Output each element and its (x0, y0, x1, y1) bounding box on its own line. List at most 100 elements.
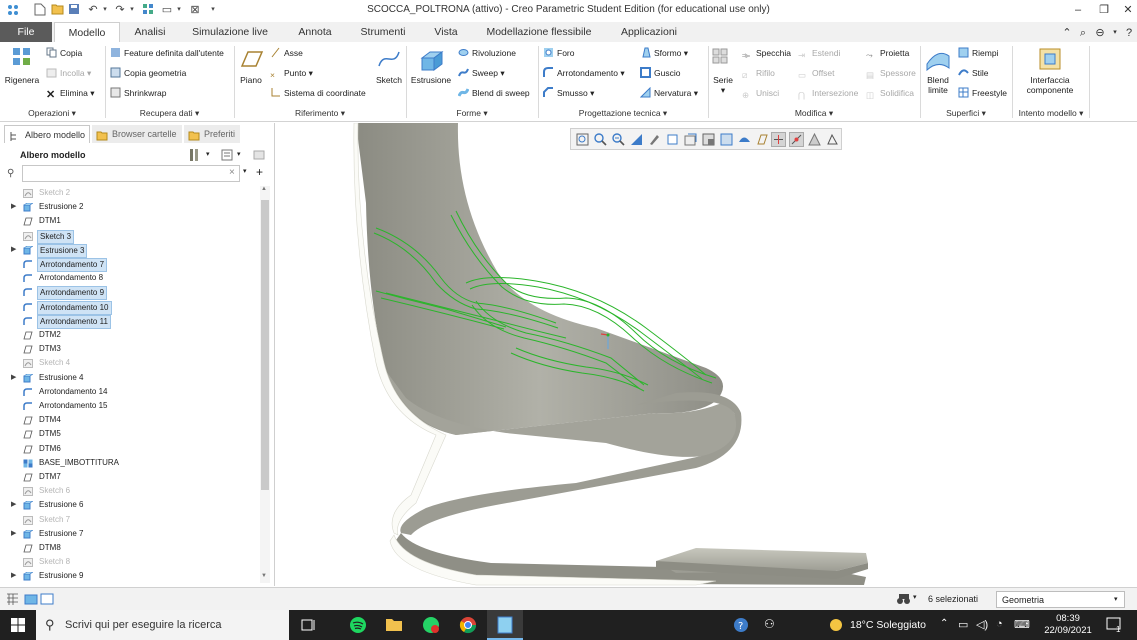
sformo-button[interactable]: Sformo ▾ (640, 46, 688, 60)
shrinkwrap-button[interactable]: Shrinkwrap (110, 86, 167, 100)
estendi-button[interactable]: ⇥ Estendi (798, 46, 840, 60)
selection-filter-select[interactable]: Geometria ▾ (996, 591, 1125, 608)
tree-item[interactable]: Sketch 2 (0, 186, 260, 200)
task-view-icon[interactable] (300, 618, 316, 632)
language-icon[interactable]: ⌨ (1014, 618, 1030, 631)
scroll-up-icon[interactable]: ▲ (261, 186, 267, 192)
group-intento-modello[interactable]: Intento modello ▾ (1013, 106, 1089, 120)
sweep-button[interactable]: Sweep ▾ (458, 66, 505, 80)
search-dropdown-icon[interactable]: ▾ (243, 167, 247, 175)
tree-item[interactable]: Sketch 8 (0, 555, 260, 569)
tree-item[interactable]: Sketch 4 (0, 356, 260, 370)
tree-item[interactable]: Arrotondamento 9 (0, 285, 260, 301)
tree-item[interactable]: ▶ Estrusione 2 (0, 200, 260, 214)
collapse-ribbon-icon[interactable]: ⌃ (1060, 26, 1074, 40)
intersezione-button[interactable]: ⋂ Intersezione (798, 86, 858, 100)
spessore-button[interactable]: ▤ Spessore (866, 66, 916, 80)
notifications-icon[interactable]: 1 (1106, 617, 1124, 634)
blend-sweep-button[interactable]: Blend di sweep (457, 86, 530, 100)
expand-arrow-icon[interactable]: ▶ (11, 569, 16, 583)
copia-button[interactable]: Copia (46, 46, 82, 60)
warning-display-icon[interactable] (807, 132, 822, 147)
freestyle-button[interactable]: Freestyle (958, 86, 1007, 100)
tree-item[interactable]: DTM6 (0, 442, 260, 456)
whatsapp-icon[interactable] (422, 616, 440, 634)
tree-scrollbar[interactable]: ▲ ▼ (260, 186, 270, 583)
arrotondamento-button[interactable]: Arrotondamento ▾ (543, 66, 625, 80)
grid-toggle-icon[interactable] (6, 593, 19, 606)
annotation-display-icon[interactable] (789, 132, 804, 147)
scroll-down-icon[interactable]: ▼ (261, 573, 267, 579)
view-manager-icon[interactable] (683, 132, 698, 147)
zoom-out-icon[interactable] (611, 132, 626, 147)
sistema-coordinate-button[interactable]: Sistema di coordinate (270, 86, 366, 100)
tab-preferiti[interactable]: Preferiti (184, 125, 240, 143)
refit-icon[interactable] (575, 132, 590, 147)
minimize-button[interactable]: – (1067, 2, 1089, 18)
find-dropdown-icon[interactable]: ▾ (913, 593, 917, 601)
tab-vista[interactable]: Vista (420, 22, 472, 42)
taskbar-search[interactable]: ⚲ Scrivi qui per eseguire la ricerca (36, 610, 289, 640)
proietta-button[interactable]: ⤳ Proietta (866, 46, 909, 60)
sketch-button[interactable]: Sketch (374, 46, 404, 85)
help-tray-icon[interactable]: ? (733, 617, 749, 633)
rivoluzione-button[interactable]: Rivoluzione (458, 46, 516, 60)
rigenera-button[interactable]: Rigenera (4, 46, 40, 85)
settings-dropdown-icon[interactable]: ▾ (206, 150, 210, 158)
guscio-button[interactable]: Guscio (640, 66, 680, 80)
group-forme[interactable]: Forme ▾ (407, 106, 537, 120)
expand-arrow-icon[interactable]: ▶ (11, 527, 16, 541)
unisci-button[interactable]: ⊕ Unisci (742, 86, 779, 100)
tree-item[interactable]: ▶ Estrusione 7 (0, 527, 260, 541)
weather-icon[interactable] (828, 617, 844, 633)
elimina-button[interactable]: ✕ Elimina ▾ (46, 86, 95, 101)
group-riferimento[interactable]: Riferimento ▾ (235, 106, 405, 120)
expand-arrow-icon[interactable]: ▶ (11, 243, 16, 257)
tree-item[interactable]: DTM1 (0, 214, 260, 228)
scroll-thumb[interactable] (261, 200, 269, 490)
clear-search-icon[interactable]: × (229, 167, 235, 178)
piano-button[interactable]: Piano (238, 46, 264, 85)
help-dropdown-icon[interactable]: ▾ (1108, 26, 1122, 40)
info-icon[interactable]: ? (1122, 26, 1136, 40)
serie-button[interactable]: Serie ▾ (710, 46, 736, 96)
tree-item[interactable]: BASE_IMBOTTITURA (0, 456, 260, 470)
skeleton-display-icon[interactable] (825, 132, 840, 147)
perspective-icon[interactable] (701, 132, 716, 147)
nervatura-button[interactable]: Nervatura ▾ (639, 86, 698, 100)
group-operazioni[interactable]: Operazioni ▾ (0, 106, 104, 120)
copia-geometria-button[interactable]: Copia geometria (110, 66, 186, 80)
tab-albero-modello[interactable]: Albero modello (4, 125, 90, 143)
help-icon[interactable]: ⊖ (1093, 26, 1107, 40)
foro-button[interactable]: Foro (543, 46, 574, 60)
browser-toggle-icon[interactable] (40, 592, 54, 606)
feature-definita-button[interactable]: Feature definita dall'utente (110, 46, 224, 60)
group-superfici[interactable]: Superfici ▾ (921, 106, 1011, 120)
tree-item[interactable]: Arrotondamento 10 (0, 300, 260, 315)
chair-model[interactable] (276, 123, 1137, 586)
spin-center-icon[interactable] (771, 132, 786, 147)
tab-modellazione-flessibile[interactable]: Modellazione flessibile (474, 22, 604, 42)
tab-annota[interactable]: Annota (284, 22, 346, 42)
settings-icon[interactable] (188, 147, 202, 163)
section-icon[interactable] (719, 132, 734, 147)
appearance-icon[interactable] (737, 132, 752, 147)
solidifica-button[interactable]: ◫ Solidifica (866, 86, 914, 100)
offset-button[interactable]: ▭ Offset (798, 66, 835, 80)
repaint-icon[interactable] (629, 132, 644, 147)
show-dropdown-icon[interactable]: ▾ (237, 150, 241, 158)
tree-item[interactable]: Arrotondamento 15 (0, 399, 260, 413)
tree-item[interactable]: Arrotondamento 8 (0, 271, 260, 285)
asse-button[interactable]: Asse (270, 46, 303, 60)
expand-arrow-icon[interactable]: ▶ (11, 200, 16, 214)
expand-arrow-icon[interactable]: ▶ (11, 498, 16, 512)
search-input[interactable] (22, 165, 240, 182)
network-icon[interactable]: ▭ (958, 618, 968, 631)
blend-limite-button[interactable]: Blend limite (922, 46, 954, 95)
group-progettazione-tecnica[interactable]: Progettazione tecnica ▾ (539, 106, 707, 120)
tree-item[interactable]: DTM4 (0, 413, 260, 427)
tree-item[interactable]: ▶ Estrusione 3 (0, 243, 260, 258)
tab-analisi[interactable]: Analisi (122, 22, 178, 42)
specchia-button[interactable]: ⟚ Specchia (742, 46, 791, 60)
expand-arrow-icon[interactable]: ▶ (11, 371, 16, 385)
